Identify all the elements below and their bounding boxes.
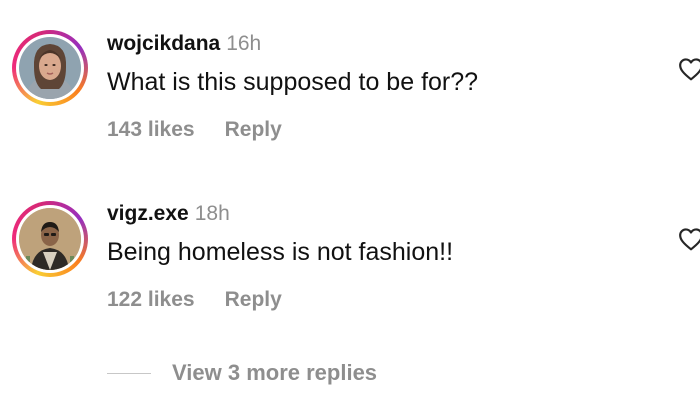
reply-button[interactable]: Reply [225,118,282,141]
comment-actions: 122 likes Reply [107,288,282,312]
avatar [19,208,81,270]
comment-timestamp: 16h [226,32,262,55]
heart-outline-icon[interactable] [678,57,700,81]
likes-count[interactable]: 143 likes [107,118,195,141]
avatar-story-ring[interactable] [12,30,88,106]
likes-count[interactable]: 122 likes [107,288,195,311]
comment-username[interactable]: wojcikdana [107,32,220,55]
avatar-story-ring[interactable] [12,201,88,277]
comment-text: What is this supposed to be for?? [107,68,479,96]
comment-header: vigz.exe 18h [107,202,230,226]
comment-text: Being homeless is not fashion!! [107,238,454,266]
user-avatar-man-icon [19,208,81,270]
comment-username[interactable]: vigz.exe [107,202,189,225]
avatar-ring-gap [16,205,84,273]
heart-outline-icon[interactable] [678,227,700,251]
reply-button[interactable]: Reply [225,288,282,311]
avatar-ring-gap [16,34,84,102]
comment-header: wojcikdana 16h [107,32,261,56]
view-more-replies-label: View 3 more replies [172,360,378,385]
replies-divider-line [107,373,151,374]
avatar [19,37,81,99]
user-avatar-woman-icon [19,37,81,99]
comment-timestamp: 18h [194,202,230,225]
comment-actions: 143 likes Reply [107,118,282,142]
